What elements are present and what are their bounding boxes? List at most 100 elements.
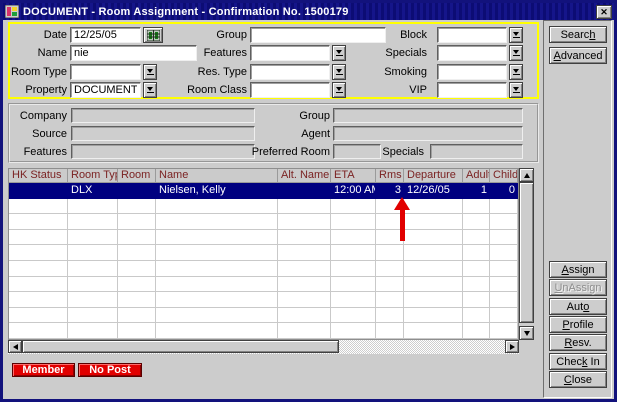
scroll-up-icon[interactable] bbox=[519, 168, 534, 182]
smoking-input[interactable] bbox=[437, 64, 507, 80]
table-cell[interactable] bbox=[463, 292, 490, 308]
table-cell[interactable] bbox=[463, 230, 490, 246]
table-cell[interactable] bbox=[156, 230, 278, 246]
advanced-button[interactable]: Advanced bbox=[549, 47, 607, 64]
table-cell[interactable] bbox=[278, 214, 331, 230]
table-cell[interactable] bbox=[118, 199, 156, 215]
table-cell[interactable] bbox=[118, 230, 156, 246]
room-type-input[interactable] bbox=[70, 64, 141, 80]
smoking-lov-icon[interactable] bbox=[509, 64, 523, 80]
table-cell[interactable] bbox=[68, 292, 118, 308]
table-cell[interactable] bbox=[156, 323, 278, 339]
table-cell[interactable] bbox=[463, 199, 490, 215]
table-cell[interactable] bbox=[68, 308, 118, 324]
table-cell[interactable] bbox=[278, 199, 331, 215]
table-cell[interactable] bbox=[68, 261, 118, 277]
table-cell[interactable] bbox=[156, 277, 278, 293]
scroll-left-icon[interactable] bbox=[8, 340, 22, 353]
table-cell[interactable]: DLX bbox=[68, 183, 118, 199]
table-cell[interactable] bbox=[490, 277, 518, 293]
table-row[interactable] bbox=[9, 199, 518, 215]
table-cell[interactable] bbox=[118, 308, 156, 324]
block-lov-icon[interactable] bbox=[509, 27, 523, 43]
table-cell[interactable] bbox=[376, 292, 404, 308]
table-cell[interactable] bbox=[490, 214, 518, 230]
table-cell[interactable] bbox=[331, 277, 376, 293]
table-cell[interactable] bbox=[156, 214, 278, 230]
table-cell[interactable]: 12:00 AM bbox=[331, 183, 376, 199]
table-cell[interactable] bbox=[9, 308, 68, 324]
table-cell[interactable] bbox=[331, 308, 376, 324]
table-cell[interactable] bbox=[490, 230, 518, 246]
table-cell[interactable] bbox=[331, 214, 376, 230]
auto-button[interactable]: Auto bbox=[549, 298, 607, 315]
table-cell[interactable] bbox=[9, 292, 68, 308]
room-type-lov-icon[interactable] bbox=[143, 64, 157, 80]
table-cell[interactable] bbox=[404, 245, 463, 261]
scroll-right-icon[interactable] bbox=[505, 340, 519, 353]
table-cell[interactable] bbox=[68, 230, 118, 246]
check-in-button[interactable]: Check In bbox=[549, 353, 607, 370]
table-row[interactable] bbox=[9, 292, 518, 308]
table-cell[interactable] bbox=[9, 261, 68, 277]
specials-input[interactable] bbox=[437, 45, 507, 61]
table-cell[interactable] bbox=[463, 261, 490, 277]
table-cell[interactable] bbox=[376, 261, 404, 277]
table-cell[interactable] bbox=[9, 230, 68, 246]
horizontal-scrollbar-thumb[interactable] bbox=[22, 340, 339, 353]
res-type-lov-icon[interactable] bbox=[332, 64, 346, 80]
property-lov-icon[interactable] bbox=[143, 82, 157, 98]
search-button[interactable]: Search bbox=[549, 26, 607, 43]
resv-button[interactable]: Resv. bbox=[549, 334, 607, 351]
table-cell[interactable] bbox=[278, 261, 331, 277]
member-badge[interactable]: Member bbox=[12, 363, 75, 377]
features-lov-icon[interactable] bbox=[332, 45, 346, 61]
table-cell[interactable] bbox=[118, 245, 156, 261]
horizontal-scrollbar[interactable] bbox=[8, 340, 519, 354]
table-cell[interactable] bbox=[9, 199, 68, 215]
table-cell[interactable] bbox=[463, 323, 490, 339]
table-cell[interactable] bbox=[490, 292, 518, 308]
assign-button[interactable]: Assign bbox=[549, 261, 607, 278]
table-cell[interactable]: 1 bbox=[463, 183, 490, 199]
vertical-scrollbar[interactable] bbox=[518, 168, 534, 340]
table-cell[interactable] bbox=[156, 261, 278, 277]
table-cell[interactable] bbox=[463, 245, 490, 261]
table-cell[interactable] bbox=[331, 261, 376, 277]
table-cell[interactable] bbox=[490, 199, 518, 215]
vip-lov-icon[interactable] bbox=[509, 82, 523, 98]
table-cell[interactable]: 0 bbox=[490, 183, 518, 199]
table-cell[interactable] bbox=[331, 199, 376, 215]
table-cell[interactable] bbox=[490, 323, 518, 339]
table-cell[interactable] bbox=[404, 308, 463, 324]
table-cell[interactable] bbox=[68, 245, 118, 261]
table-cell[interactable] bbox=[156, 292, 278, 308]
table-cell[interactable] bbox=[490, 261, 518, 277]
table-row[interactable] bbox=[9, 323, 518, 339]
table-cell[interactable] bbox=[68, 323, 118, 339]
table-cell[interactable] bbox=[331, 323, 376, 339]
features-input[interactable] bbox=[250, 45, 330, 61]
application-icon[interactable] bbox=[5, 5, 19, 18]
table-cell[interactable] bbox=[278, 277, 331, 293]
table-cell[interactable] bbox=[68, 277, 118, 293]
table-row[interactable] bbox=[9, 214, 518, 230]
table-row[interactable] bbox=[9, 277, 518, 293]
table-row[interactable] bbox=[9, 245, 518, 261]
table-cell[interactable] bbox=[404, 277, 463, 293]
table-cell[interactable] bbox=[118, 292, 156, 308]
table-cell[interactable] bbox=[118, 261, 156, 277]
table-cell[interactable] bbox=[331, 230, 376, 246]
table-cell[interactable] bbox=[118, 214, 156, 230]
no-post-badge[interactable]: No Post bbox=[78, 363, 142, 377]
table-cell[interactable] bbox=[278, 292, 331, 308]
table-cell[interactable] bbox=[376, 245, 404, 261]
room-class-input[interactable] bbox=[250, 82, 330, 98]
table-cell[interactable] bbox=[404, 214, 463, 230]
calendar-icon[interactable] bbox=[143, 27, 163, 43]
table-cell[interactable] bbox=[463, 308, 490, 324]
table-cell[interactable] bbox=[118, 183, 156, 199]
table-cell[interactable] bbox=[331, 292, 376, 308]
close-window-button[interactable]: ✕ bbox=[596, 5, 612, 19]
close-button[interactable]: Close bbox=[549, 371, 607, 388]
